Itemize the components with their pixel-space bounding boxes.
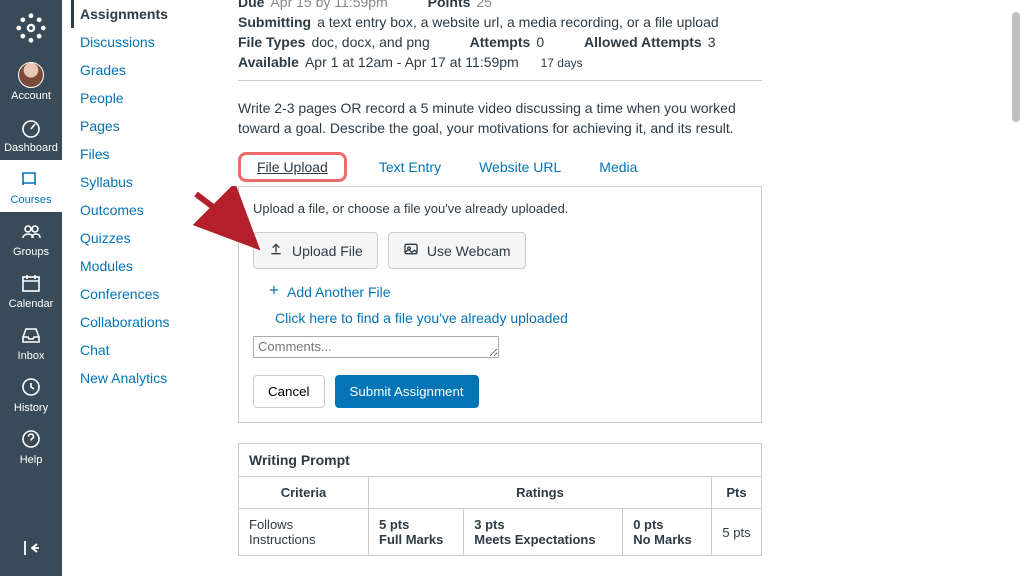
nav-account[interactable]: Account [0,56,62,108]
coursenav-people[interactable]: People [80,84,214,112]
coursenav-outcomes[interactable]: Outcomes [80,196,214,224]
coursenav-assignments[interactable]: Assignments [71,0,214,28]
rubric-table: Writing Prompt Criteria Ratings Pts Foll… [238,443,762,556]
add-another-file-link[interactable]: Add Another File [267,283,747,300]
attempts-label: Attempts [470,34,531,50]
nav-history-label: History [14,402,48,414]
available-days: 17 days [541,56,583,70]
canvas-logo[interactable] [13,10,49,46]
available-value: Apr 1 at 12am - Apr 17 at 11:59pm [305,54,519,70]
nav-courses[interactable]: Courses [0,160,62,212]
content-area: Due Apr 15 by 11:59pm Points 25 Submitting… [238,0,1006,576]
nav-groups-label: Groups [13,246,49,258]
groups-icon [18,218,44,244]
assignment-description: Write 2-3 pages OR record a 5 minute vid… [238,99,748,138]
coursenav-syllabus[interactable]: Syllabus [80,168,214,196]
points-label: Points [428,0,471,10]
help-icon [18,426,44,452]
tab-website-url[interactable]: Website URL [473,155,567,179]
nav-calendar[interactable]: Calendar [0,264,62,316]
course-nav: Assignments Discussions Grades People Pa… [62,0,214,576]
allowed-label: Allowed Attempts [584,34,702,50]
nav-groups[interactable]: Groups [0,212,62,264]
rubric-rating-2: 3 ptsMeets Expectations [464,509,623,556]
tab-media[interactable]: Media [593,155,643,179]
avatar-icon [18,62,44,88]
nav-calendar-label: Calendar [9,298,54,310]
rubric-rating-3: 0 ptsNo Marks [623,509,712,556]
comments-input[interactable] [253,336,499,358]
add-another-file-label: Add Another File [287,284,391,300]
nav-dashboard-label: Dashboard [4,142,58,154]
nav-collapse[interactable] [0,526,62,576]
assignment-meta-4: Available Apr 1 at 12am - Apr 17 at 11:59… [238,54,1006,70]
submitting-value: a text entry box, a website url, a media… [317,14,719,30]
assignment-meta-2: Submitting a text entry box, a website ur… [238,14,1006,30]
nav-help-label: Help [20,454,43,466]
use-webcam-button-label: Use Webcam [427,243,511,259]
coursenav-newanalytics[interactable]: New Analytics [80,364,214,392]
rubric-col-criteria: Criteria [239,477,369,509]
nav-dashboard[interactable]: Dashboard [0,108,62,160]
find-existing-link[interactable]: Click here to find a file you've already… [275,310,747,326]
coursenav-collaborations[interactable]: Collaborations [80,308,214,336]
coursenav-modules[interactable]: Modules [80,252,214,280]
global-nav: Account Dashboard Courses Groups Calenda… [0,0,62,576]
inbox-icon [18,322,44,348]
coursenav-chat[interactable]: Chat [80,336,214,364]
nav-inbox-label: Inbox [18,350,45,362]
coursenav-pages[interactable]: Pages [80,112,214,140]
nav-account-label: Account [11,90,51,102]
due-value: Apr 15 by 11:59pm [270,0,387,10]
tab-text-entry[interactable]: Text Entry [373,155,447,179]
assignment-meta: Due Apr 15 by 11:59pm Points 25 [238,0,1006,10]
tab-file-upload[interactable]: File Upload [251,155,334,179]
dashboard-icon [18,114,44,140]
rubric-rating-1: 5 ptsFull Marks [369,509,464,556]
upload-file-button-label: Upload File [292,243,363,259]
coursenav-grades[interactable]: Grades [80,56,214,84]
plus-icon [267,283,281,300]
submit-assignment-button[interactable]: Submit Assignment [335,375,479,408]
submission-tabs: File Upload Text Entry Website URL Media [238,152,1006,182]
upload-icon [268,241,284,260]
use-webcam-button[interactable]: Use Webcam [388,232,526,269]
points-value: 25 [476,0,492,10]
scrollbar-thumb[interactable] [1012,12,1020,122]
due-label: Due [238,0,264,10]
coursenav-discussions[interactable]: Discussions [80,28,214,56]
upload-instruction: Upload a file, or choose a file you've a… [253,201,747,216]
courses-icon [18,166,44,192]
coursenav-quizzes[interactable]: Quizzes [80,224,214,252]
submitting-label: Submitting [238,14,311,30]
upload-file-button[interactable]: Upload File [253,232,378,269]
rubric-col-pts: Pts [712,477,762,509]
divider [238,80,762,81]
nav-courses-label: Courses [11,194,52,206]
assignment-meta-3: File Types doc, docx, and png Attempts 0 A… [238,34,1006,50]
tab-highlight-annotation: File Upload [238,152,347,182]
attempts-value: 0 [536,34,544,50]
rubric-title: Writing Prompt [238,443,762,476]
rubric-criteria: Follows Instructions [239,509,369,556]
nav-history[interactable]: History [0,368,62,420]
upload-panel: Upload a file, or choose a file you've a… [238,186,762,423]
available-label: Available [238,54,299,70]
rubric-col-ratings: Ratings [369,477,712,509]
allowed-value: 3 [708,34,716,50]
filetypes-label: File Types [238,34,305,50]
coursenav-files[interactable]: Files [80,140,214,168]
rubric-row: Follows Instructions 5 ptsFull Marks 3 p… [239,509,762,556]
filetypes-value: doc, docx, and png [311,34,429,50]
nav-inbox[interactable]: Inbox [0,316,62,368]
image-icon [403,241,419,260]
history-icon [18,374,44,400]
nav-help[interactable]: Help [0,420,62,472]
calendar-icon [18,270,44,296]
rubric-pts: 5 pts [712,509,762,556]
cancel-button[interactable]: Cancel [253,375,325,408]
coursenav-conferences[interactable]: Conferences [80,280,214,308]
